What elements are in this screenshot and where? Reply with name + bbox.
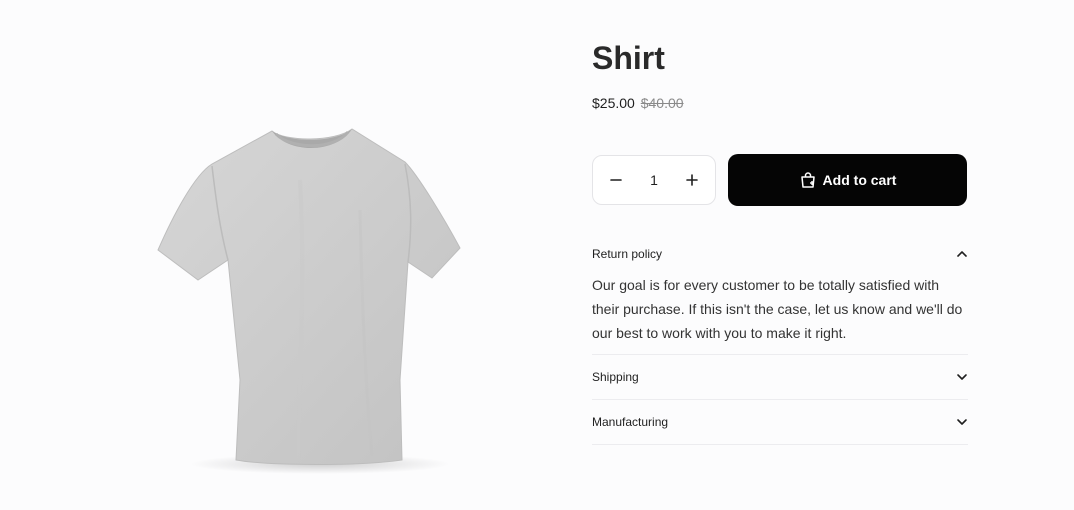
shopping-bag-icon [800, 172, 815, 188]
accordion-header-manufacturing[interactable]: Manufacturing [592, 400, 968, 444]
accordion-label: Manufacturing [592, 415, 669, 429]
accordion-item-shipping: Shipping [592, 355, 968, 400]
chevron-down-icon [957, 374, 967, 380]
tshirt-image [157, 128, 461, 474]
add-to-cart-button[interactable]: Add to cart [728, 154, 967, 206]
minus-icon [610, 179, 622, 181]
product-info: Shirt $25.00 $40.00 1 Add to cart Return… [592, 38, 968, 445]
purchase-row: 1 Add to cart [592, 154, 968, 206]
quantity-stepper: 1 [592, 155, 716, 205]
accordion-label: Shipping [592, 370, 639, 384]
product-page: Shirt $25.00 $40.00 1 Add to cart Return… [0, 0, 1074, 510]
accordion-item-return-policy: Return policy Our goal is for every cust… [592, 243, 968, 355]
price-row: $25.00 $40.00 [592, 93, 968, 113]
accordion-item-manufacturing: Manufacturing [592, 400, 968, 445]
price-original: $40.00 [640, 95, 684, 111]
chevron-down-icon [957, 419, 967, 425]
product-image [150, 120, 470, 480]
accordion-body-return-policy: Our goal is for every customer to be tot… [592, 277, 963, 341]
price-current: $25.00 [592, 95, 635, 111]
product-details-accordion: Return policy Our goal is for every cust… [592, 243, 968, 445]
quantity-value[interactable]: 1 [650, 172, 658, 188]
chevron-up-icon [957, 251, 967, 257]
accordion-header-return-policy[interactable]: Return policy [592, 243, 968, 265]
product-title: Shirt [592, 40, 665, 76]
accordion-header-shipping[interactable]: Shipping [592, 355, 968, 399]
add-to-cart-label: Add to cart [822, 172, 897, 188]
accordion-label: Return policy [592, 247, 663, 261]
increment-button[interactable] [681, 169, 703, 191]
decrement-button[interactable] [605, 169, 627, 191]
plus-icon [686, 174, 698, 186]
